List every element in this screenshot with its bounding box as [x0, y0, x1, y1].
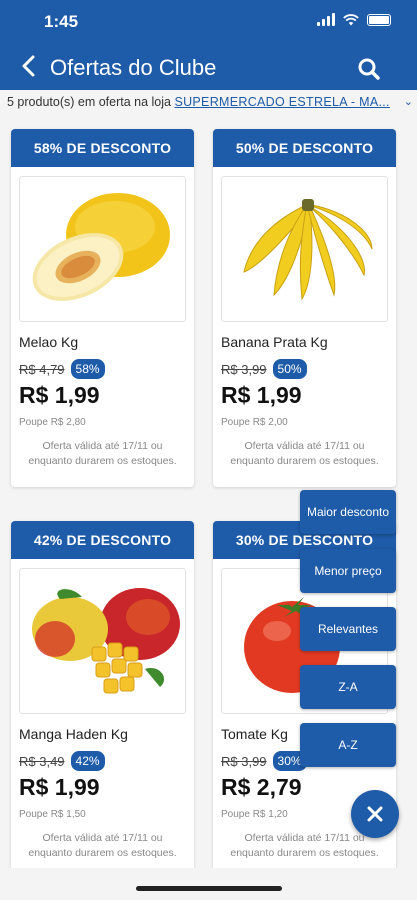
product-card[interactable]: 58% DE DESCONTO Melao Kg R$ 4,79 58% R$ … — [11, 129, 194, 487]
discount-banner: 58% DE DESCONTO — [11, 129, 194, 167]
product-name: Banana Prata Kg — [221, 334, 328, 350]
validity-text: Oferta válida até 17/11 ou enquanto dura… — [230, 440, 379, 467]
old-price: R$ 3,49 — [19, 753, 65, 769]
current-price: R$ 1,99 — [221, 382, 302, 408]
search-icon[interactable] — [357, 57, 381, 81]
home-indicator[interactable] — [136, 886, 282, 891]
back-arrow-icon[interactable] — [18, 54, 40, 78]
sort-option-maior-desconto[interactable]: Maior desconto — [300, 490, 396, 534]
status-icons — [317, 13, 391, 26]
close-icon — [367, 806, 383, 822]
current-price: R$ 1,99 — [19, 382, 100, 408]
product-card[interactable]: 42% DE DESCONTO Manga Haden Kg R$ 3,49 4… — [11, 521, 194, 881]
discount-banner: 42% DE DESCONTO — [11, 521, 194, 559]
app-header: 1:45 Ofertas do Clube — [0, 0, 417, 90]
old-price: R$ 3,99 — [221, 361, 267, 377]
close-sort-button[interactable] — [351, 790, 399, 838]
sort-option-a-z[interactable]: A-Z — [300, 723, 396, 767]
old-price: R$ 3,99 — [221, 753, 267, 769]
product-image — [19, 568, 186, 714]
battery-icon — [367, 13, 391, 26]
savings-text: Poupe R$ 2,00 — [221, 417, 288, 428]
product-name: Manga Haden Kg — [19, 726, 128, 742]
sort-option-z-a[interactable]: Z-A — [300, 665, 396, 709]
status-time: 1:45 — [44, 12, 79, 31]
wifi-icon — [343, 13, 359, 25]
discount-badge: 58% — [70, 359, 105, 379]
savings-text: Poupe R$ 1,50 — [19, 809, 86, 820]
chevron-down-icon[interactable]: ⌄ — [404, 95, 413, 108]
old-price: R$ 4,79 — [19, 361, 65, 377]
discount-badge: 50% — [272, 359, 307, 379]
sort-option-relevantes[interactable]: Relevantes — [300, 607, 396, 651]
discount-banner: 50% DE DESCONTO — [213, 129, 396, 167]
store-link[interactable]: SUPERMERCADO ESTRELA - MA... — [174, 95, 389, 109]
bottom-bar — [0, 868, 417, 900]
validity-text: Oferta válida até 17/11 ou enquanto dura… — [28, 832, 177, 859]
sort-option-menor-preco[interactable]: Menor preço — [300, 549, 396, 593]
signal-icon — [317, 13, 335, 26]
melon-image — [32, 193, 170, 301]
page-title: Ofertas do Clube — [50, 55, 217, 80]
product-card[interactable]: 50% DE DESCONTO Banana Prata Kg R$ 3,99 … — [213, 129, 396, 487]
current-price: R$ 1,99 — [19, 774, 100, 800]
discount-badge: 42% — [70, 751, 105, 771]
banana-image — [243, 199, 373, 301]
mango-image — [32, 588, 180, 694]
product-image — [19, 176, 186, 322]
validity-text: Oferta válida até 17/11 ou enquanto dura… — [28, 440, 177, 467]
savings-text: Poupe R$ 2,80 — [19, 417, 86, 428]
product-image — [221, 176, 388, 322]
offer-count-text: 5 produto(s) em oferta na loja — [7, 95, 175, 109]
product-name: Melao Kg — [19, 334, 79, 350]
store-info: 5 produto(s) em oferta na loja SUPERMERC… — [7, 95, 415, 109]
